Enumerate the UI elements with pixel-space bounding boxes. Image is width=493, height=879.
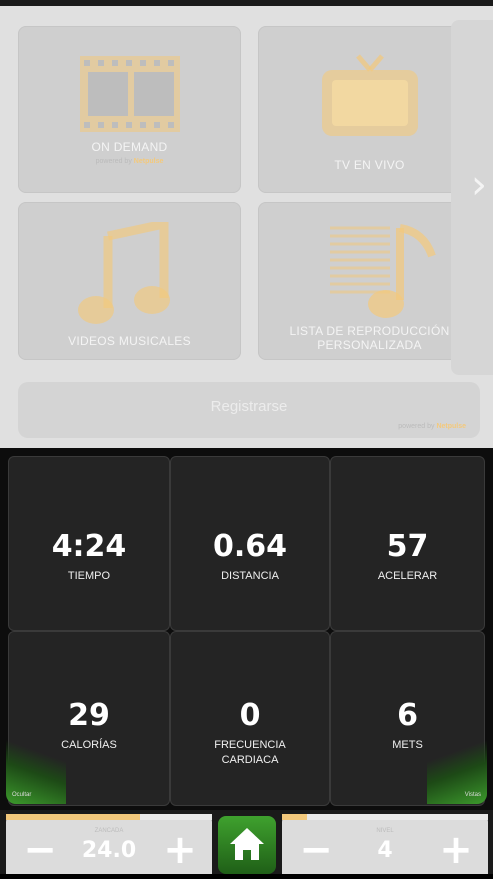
stat-value: 4:24 <box>51 529 127 564</box>
stat-value: 29 <box>68 698 110 733</box>
stat-label: TIEMPO <box>67 570 111 582</box>
stride-level-bar <box>6 814 212 820</box>
control-bar: − ZANCADA 24.0 + − NIVEL 4 + <box>0 810 493 874</box>
videos-musicales-tile[interactable]: VIDEOS MUSICALES <box>18 202 241 360</box>
on-demand-tile[interactable]: ON DEMAND powered by Netpulse <box>18 26 241 193</box>
on-demand-powered-by: powered by Netpulse <box>95 158 164 165</box>
stride-plus-button[interactable]: + <box>160 830 200 870</box>
stat-value: 0 <box>239 698 261 733</box>
next-page-panel[interactable]: › <box>451 20 493 375</box>
tv-en-vivo-label: TV EN VIVO <box>334 158 405 172</box>
stat-value: 57 <box>386 529 429 564</box>
hide-label[interactable]: Ocultar <box>12 792 31 798</box>
media-panel: ON DEMAND powered by Netpulse TV EN VIVO… <box>0 0 493 448</box>
stat-label: FRECUENCIA CARDIACA <box>214 739 286 766</box>
on-demand-label: ON DEMAND <box>91 140 168 154</box>
film-icon <box>80 56 180 132</box>
stat-acelerar[interactable]: 57 ACELERAR <box>330 456 485 631</box>
tv-icon <box>322 54 418 136</box>
home-icon <box>230 828 264 860</box>
stat-distancia[interactable]: 0.64 DISTANCIA <box>170 456 330 631</box>
playlist-tile[interactable]: LISTA DE REPRODUCCIÓN PERSONALIZADA <box>258 202 481 360</box>
music-note-icon <box>78 222 170 324</box>
workout-stats-panel: 4:24 TIEMPO 0.64 DISTANCIA 57 ACELERAR 2… <box>0 448 493 810</box>
playlist-label: LISTA DE REPRODUCCIÓN PERSONALIZADA <box>289 324 450 352</box>
level-plus-button[interactable]: + <box>436 830 476 870</box>
level-fill <box>282 814 307 820</box>
chevron-right-icon: › <box>471 162 487 208</box>
stat-value: 0.64 <box>212 529 288 564</box>
playlist-icon <box>330 224 436 318</box>
stride-control: − ZANCADA 24.0 + <box>6 814 212 874</box>
level-control: − NIVEL 4 + <box>282 814 488 874</box>
register-powered-by: powered by Netpulse <box>398 423 466 430</box>
stat-value: 6 <box>397 698 418 733</box>
stat-label: ACELERAR <box>377 570 438 582</box>
stat-frecuencia-cardiaca[interactable]: 0 FRECUENCIA CARDIACA <box>170 631 330 806</box>
views-label[interactable]: Vistas <box>465 792 481 798</box>
stat-tiempo[interactable]: 4:24 TIEMPO <box>8 456 170 631</box>
register-label: Registrarse <box>210 398 288 415</box>
stride-level-fill <box>6 814 140 820</box>
register-button[interactable]: Registrarse powered by Netpulse <box>18 382 480 438</box>
tv-en-vivo-tile[interactable]: TV EN VIVO <box>258 26 481 193</box>
level-bar <box>282 814 488 820</box>
videos-musicales-label: VIDEOS MUSICALES <box>68 334 191 348</box>
stat-label: DISTANCIA <box>221 570 279 582</box>
home-button[interactable] <box>218 816 276 874</box>
